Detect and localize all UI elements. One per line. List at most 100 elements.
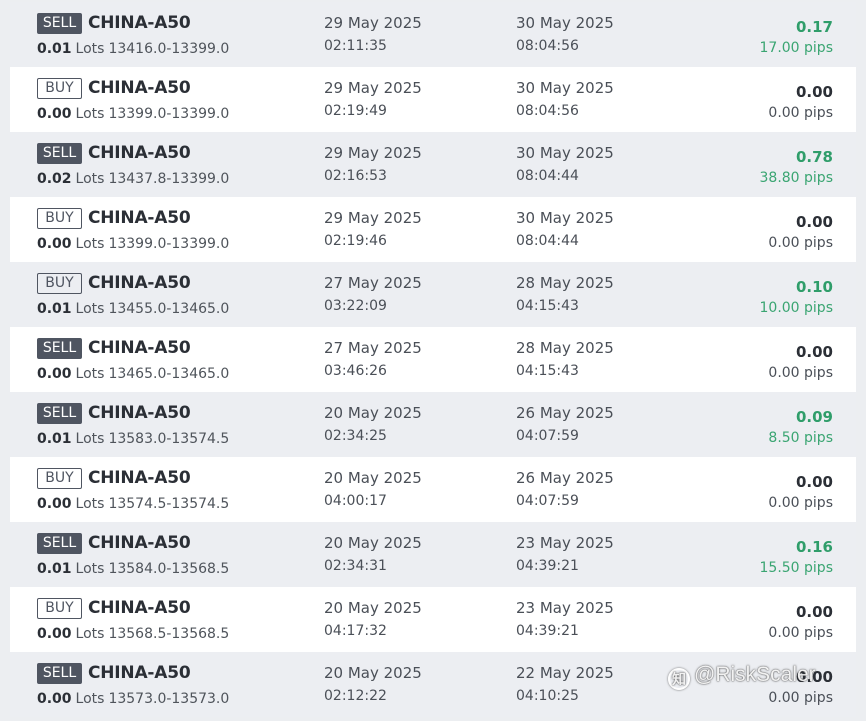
trade-row[interactable]: SELL CHINA-A50 0.01 Lots 13583.0-13574.5 20 M… — [10, 392, 856, 457]
trade-row[interactable]: SELL CHINA-A50 0.01 Lots 13584.0-13568.5 20 M… — [10, 522, 856, 587]
lots-value: 0.01 — [37, 41, 72, 57]
open-time: 02:16:53 — [324, 168, 387, 184]
trade-row[interactable]: SELL CHINA-A50 0.00 Lots 13465.0-13465.0 27 M… — [10, 327, 856, 392]
symbol-label: CHINA-A50 — [88, 143, 191, 163]
symbol-label: CHINA-A50 — [88, 598, 191, 618]
side-badge: BUY — [37, 78, 82, 99]
side-badge: SELL — [37, 13, 82, 34]
lots-line: 0.02 Lots 13437.8-13399.0 — [37, 171, 229, 187]
close-date: 23 May 2025 — [516, 599, 614, 617]
lots-value: 0.01 — [37, 431, 72, 447]
close-time: 08:04:56 — [516, 38, 579, 54]
open-time: 02:12:22 — [324, 688, 387, 704]
lots-value: 0.00 — [37, 626, 72, 642]
pips-value: 17.00 pips — [759, 40, 834, 56]
lots-value: 0.00 — [37, 236, 72, 252]
price-range: 13437.8-13399.0 — [108, 171, 230, 187]
profit-value: 0.10 — [795, 278, 833, 296]
symbol-label: CHINA-A50 — [88, 338, 191, 358]
lots-label: Lots — [75, 106, 105, 122]
lots-label: Lots — [75, 366, 105, 382]
lots-value: 0.00 — [37, 691, 72, 707]
close-time: 04:15:43 — [516, 298, 579, 314]
price-range: 13399.0-13399.0 — [108, 106, 230, 122]
lots-label: Lots — [75, 431, 105, 447]
lots-label: Lots — [75, 236, 105, 252]
lots-label: Lots — [75, 301, 105, 317]
side-badge: SELL — [37, 143, 82, 164]
lots-label: Lots — [75, 691, 105, 707]
profit-value: 0.00 — [795, 343, 833, 361]
watermark: 知 @RiskScaler — [668, 663, 816, 690]
trade-row[interactable]: BUY CHINA-A50 0.00 Lots 13568.5-13568.5 20 Ma… — [10, 587, 856, 652]
open-date: 20 May 2025 — [324, 599, 422, 617]
pips-value: 0.00 pips — [768, 625, 833, 641]
pips-value: 10.00 pips — [759, 300, 834, 316]
trade-history-list: SELL CHINA-A50 0.01 Lots 13416.0-13399.0 29 M… — [10, 2, 856, 717]
pips-value: 8.50 pips — [768, 430, 833, 446]
lots-label: Lots — [75, 41, 105, 57]
side-badge: SELL — [37, 403, 82, 424]
trade-row[interactable]: BUY CHINA-A50 0.01 Lots 13455.0-13465.0 27 Ma… — [10, 262, 856, 327]
profit-value: 0.09 — [795, 408, 833, 426]
symbol-label: CHINA-A50 — [88, 468, 191, 488]
trade-row[interactable]: BUY CHINA-A50 0.00 Lots 13574.5-13574.5 20 Ma… — [10, 457, 856, 522]
open-date: 29 May 2025 — [324, 144, 422, 162]
close-date: 30 May 2025 — [516, 144, 614, 162]
lots-line: 0.01 Lots 13584.0-13568.5 — [37, 561, 229, 577]
close-date: 23 May 2025 — [516, 534, 614, 552]
lots-line: 0.00 Lots 13574.5-13574.5 — [37, 496, 229, 512]
open-date: 20 May 2025 — [324, 534, 422, 552]
close-time: 08:04:44 — [516, 233, 579, 249]
close-date: 28 May 2025 — [516, 274, 614, 292]
close-date: 26 May 2025 — [516, 404, 614, 422]
close-time: 04:39:21 — [516, 623, 579, 639]
watermark-text: @RiskScaler — [694, 663, 816, 686]
pips-value: 0.00 pips — [768, 365, 833, 381]
lots-label: Lots — [75, 496, 105, 512]
symbol-label: CHINA-A50 — [88, 533, 191, 553]
pips-value: 15.50 pips — [759, 560, 834, 576]
price-range: 13399.0-13399.0 — [108, 236, 230, 252]
open-time: 02:11:35 — [324, 38, 387, 54]
symbol-label: CHINA-A50 — [88, 78, 191, 98]
profit-value: 0.00 — [795, 603, 833, 621]
symbol-label: CHINA-A50 — [88, 13, 191, 33]
price-range: 13455.0-13465.0 — [108, 301, 230, 317]
lots-label: Lots — [75, 626, 105, 642]
profit-value: 0.78 — [795, 148, 833, 166]
lots-value: 0.00 — [37, 496, 72, 512]
symbol-label: CHINA-A50 — [88, 663, 191, 683]
lots-line: 0.01 Lots 13455.0-13465.0 — [37, 301, 229, 317]
close-time: 08:04:44 — [516, 168, 579, 184]
lots-value: 0.01 — [37, 561, 72, 577]
open-date: 27 May 2025 — [324, 339, 422, 357]
close-time: 04:07:59 — [516, 428, 579, 444]
trade-row[interactable]: SELL CHINA-A50 0.01 Lots 13416.0-13399.0 29 M… — [10, 2, 856, 67]
lots-label: Lots — [75, 561, 105, 577]
lots-value: 0.00 — [37, 106, 72, 122]
trade-row[interactable]: BUY CHINA-A50 0.00 Lots 13399.0-13399.0 29 Ma… — [10, 67, 856, 132]
open-time: 04:17:32 — [324, 623, 387, 639]
lots-line: 0.00 Lots 13573.0-13573.0 — [37, 691, 229, 707]
close-date: 30 May 2025 — [516, 79, 614, 97]
side-badge: BUY — [37, 598, 82, 619]
open-date: 20 May 2025 — [324, 404, 422, 422]
pips-value: 0.00 pips — [768, 495, 833, 511]
close-time: 04:39:21 — [516, 558, 579, 574]
pips-value: 0.00 pips — [768, 235, 833, 251]
price-range: 13465.0-13465.0 — [108, 366, 230, 382]
open-time: 04:00:17 — [324, 493, 387, 509]
pips-value: 0.00 pips — [768, 690, 833, 706]
lots-value: 0.00 — [37, 366, 72, 382]
open-date: 20 May 2025 — [324, 664, 422, 682]
open-time: 03:46:26 — [324, 363, 387, 379]
profit-value: 0.17 — [795, 18, 833, 36]
trade-row[interactable]: BUY CHINA-A50 0.00 Lots 13399.0-13399.0 29 Ma… — [10, 197, 856, 262]
symbol-label: CHINA-A50 — [88, 403, 191, 423]
open-time: 03:22:09 — [324, 298, 387, 314]
profit-value: 0.00 — [795, 83, 833, 101]
open-time: 02:34:25 — [324, 428, 387, 444]
trade-row[interactable]: SELL CHINA-A50 0.02 Lots 13437.8-13399.0 29 M… — [10, 132, 856, 197]
close-date: 30 May 2025 — [516, 209, 614, 227]
